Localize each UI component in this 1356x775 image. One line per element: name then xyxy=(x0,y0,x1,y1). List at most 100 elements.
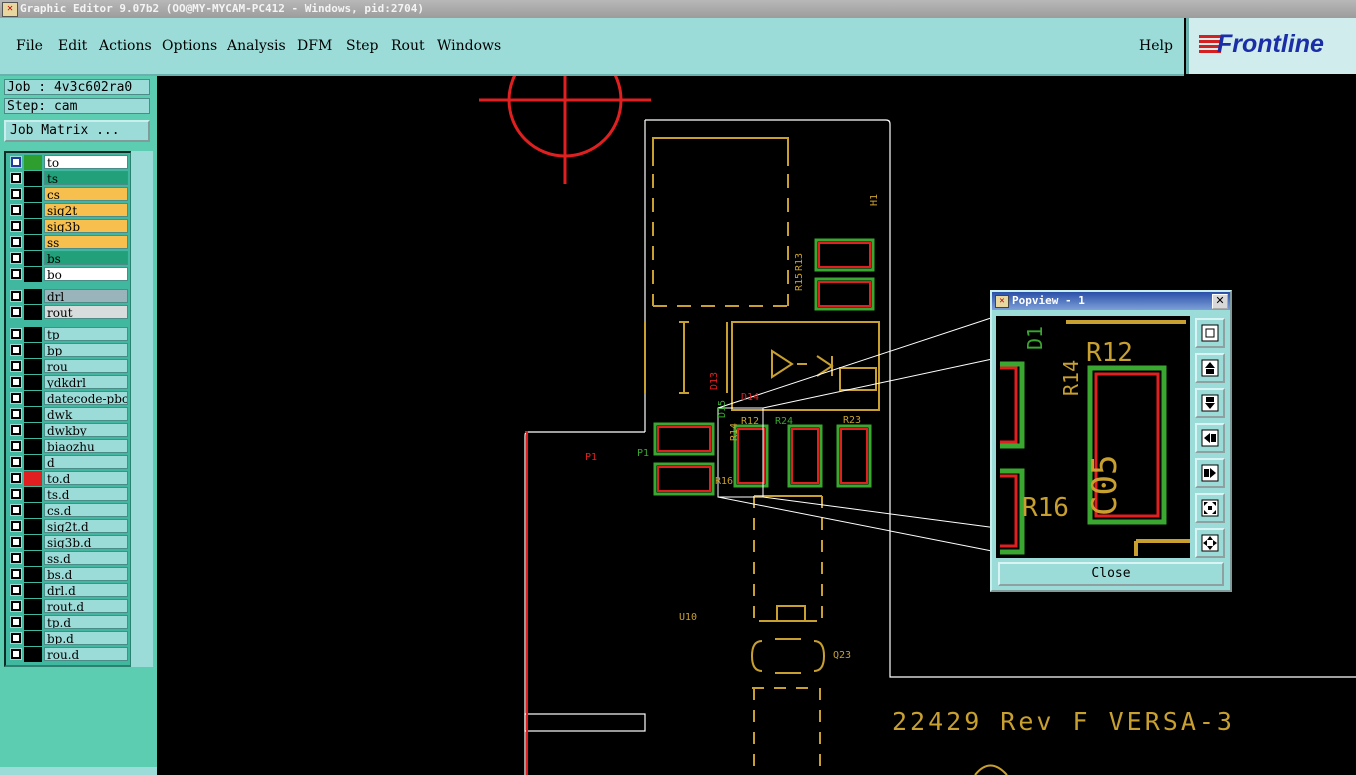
layer-row[interactable]: ts xyxy=(8,171,128,186)
layer-color-swatch[interactable] xyxy=(24,487,42,502)
layer-color-swatch[interactable] xyxy=(24,423,42,438)
layer-color-swatch[interactable] xyxy=(24,343,42,358)
layer-checkbox[interactable] xyxy=(10,290,22,302)
job-matrix-button[interactable]: Job Matrix ... xyxy=(4,120,150,142)
popview-canvas[interactable]: R12 R16 D1 R14 C05 xyxy=(996,316,1190,558)
zoom-fit-icon[interactable] xyxy=(1195,318,1225,348)
layer-name[interactable]: sig3b xyxy=(44,219,128,233)
layer-checkbox[interactable] xyxy=(10,156,22,168)
layer-checkbox[interactable] xyxy=(10,360,22,372)
layer-color-swatch[interactable] xyxy=(24,551,42,566)
layer-color-swatch[interactable] xyxy=(24,583,42,598)
layer-row[interactable]: bs.d xyxy=(8,567,128,582)
popview-titlebar[interactable]: ✕ Popview - 1 ✕ xyxy=(992,292,1230,310)
layer-row[interactable]: sig3b.d xyxy=(8,535,128,550)
menu-dfm[interactable]: DFM xyxy=(297,38,332,54)
layer-name[interactable]: ts xyxy=(44,171,128,185)
layer-name[interactable]: ss.d xyxy=(44,551,128,565)
layer-name[interactable]: tp xyxy=(44,327,128,341)
layer-name[interactable]: ydkdrl xyxy=(44,375,128,389)
layer-color-swatch[interactable] xyxy=(24,203,42,218)
layer-row[interactable]: d xyxy=(8,455,128,470)
layer-color-swatch[interactable] xyxy=(24,171,42,186)
layer-row[interactable]: bp.d xyxy=(8,631,128,646)
layer-color-swatch[interactable] xyxy=(24,631,42,646)
layer-checkbox[interactable] xyxy=(10,488,22,500)
layer-checkbox[interactable] xyxy=(10,568,22,580)
layer-row[interactable]: tp.d xyxy=(8,615,128,630)
layer-name[interactable]: bp xyxy=(44,343,128,357)
layer-name[interactable]: bp.d xyxy=(44,631,128,645)
layer-checkbox[interactable] xyxy=(10,188,22,200)
layer-name[interactable]: rout.d xyxy=(44,599,128,613)
layer-row[interactable]: rou xyxy=(8,359,128,374)
layer-row[interactable]: bs xyxy=(8,251,128,266)
layer-name[interactable]: datecode-pbc xyxy=(44,391,128,405)
layer-color-swatch[interactable] xyxy=(24,375,42,390)
layer-row[interactable]: ydkdrl xyxy=(8,375,128,390)
layer-checkbox[interactable] xyxy=(10,328,22,340)
menu-file[interactable]: File xyxy=(16,38,43,54)
pan-right-icon[interactable] xyxy=(1195,458,1225,488)
layer-row[interactable]: bp xyxy=(8,343,128,358)
layer-checkbox[interactable] xyxy=(10,472,22,484)
layer-row[interactable]: rout xyxy=(8,305,128,320)
layer-checkbox[interactable] xyxy=(10,504,22,516)
layer-row[interactable]: ss xyxy=(8,235,128,250)
layer-row[interactable]: ts.d xyxy=(8,487,128,502)
layer-row[interactable]: rou.d xyxy=(8,647,128,662)
layer-name[interactable]: ts.d xyxy=(44,487,128,501)
layer-name[interactable]: tp.d xyxy=(44,615,128,629)
layer-checkbox[interactable] xyxy=(10,376,22,388)
layer-name[interactable]: biaozhu xyxy=(44,439,128,453)
layer-name[interactable]: cs.d xyxy=(44,503,128,517)
layer-checkbox[interactable] xyxy=(10,440,22,452)
layer-row[interactable]: dwk xyxy=(8,407,128,422)
layer-checkbox[interactable] xyxy=(10,236,22,248)
layer-row[interactable]: to.d xyxy=(8,471,128,486)
layer-checkbox[interactable] xyxy=(10,648,22,660)
layer-checkbox[interactable] xyxy=(10,220,22,232)
menu-help[interactable]: Help xyxy=(1139,38,1173,54)
layer-row[interactable]: sig3b xyxy=(8,219,128,234)
layer-color-swatch[interactable] xyxy=(24,535,42,550)
layer-color-swatch[interactable] xyxy=(24,439,42,454)
layer-name[interactable]: bs.d xyxy=(44,567,128,581)
layer-color-swatch[interactable] xyxy=(24,519,42,534)
layer-checkbox[interactable] xyxy=(10,252,22,264)
layer-color-swatch[interactable] xyxy=(24,615,42,630)
layer-checkbox[interactable] xyxy=(10,520,22,532)
layer-name[interactable]: to xyxy=(44,155,128,169)
layer-name[interactable]: drl xyxy=(44,289,128,303)
layer-row[interactable]: bo xyxy=(8,267,128,282)
layer-name[interactable]: rou.d xyxy=(44,647,128,661)
layer-checkbox[interactable] xyxy=(10,172,22,184)
layer-color-swatch[interactable] xyxy=(24,327,42,342)
menu-options[interactable]: Options xyxy=(162,38,217,54)
layer-row[interactable]: rout.d xyxy=(8,599,128,614)
layer-name[interactable]: sig2t.d xyxy=(44,519,128,533)
layer-color-swatch[interactable] xyxy=(24,219,42,234)
menu-edit[interactable]: Edit xyxy=(58,38,87,54)
zoom-in-icon[interactable] xyxy=(1195,493,1225,523)
layer-color-swatch[interactable] xyxy=(24,155,42,170)
layer-checkbox[interactable] xyxy=(10,204,22,216)
layer-color-swatch[interactable] xyxy=(24,289,42,304)
zoom-out-icon[interactable] xyxy=(1195,528,1225,558)
layer-row[interactable]: ss.d xyxy=(8,551,128,566)
layer-checkbox[interactable] xyxy=(10,408,22,420)
layer-name[interactable]: cs xyxy=(44,187,128,201)
layer-name[interactable]: rout xyxy=(44,305,128,319)
pan-up-icon[interactable] xyxy=(1195,353,1225,383)
layer-color-swatch[interactable] xyxy=(24,407,42,422)
layer-row[interactable]: sig2t xyxy=(8,203,128,218)
layer-checkbox[interactable] xyxy=(10,392,22,404)
layer-checkbox[interactable] xyxy=(10,344,22,356)
layer-checkbox[interactable] xyxy=(10,306,22,318)
layer-list-scrollbar[interactable] xyxy=(131,151,153,667)
menu-rout[interactable]: Rout xyxy=(391,38,425,54)
layer-color-swatch[interactable] xyxy=(24,567,42,582)
layer-checkbox[interactable] xyxy=(10,456,22,468)
layer-row[interactable]: to xyxy=(8,155,128,170)
layer-row[interactable]: cs.d xyxy=(8,503,128,518)
